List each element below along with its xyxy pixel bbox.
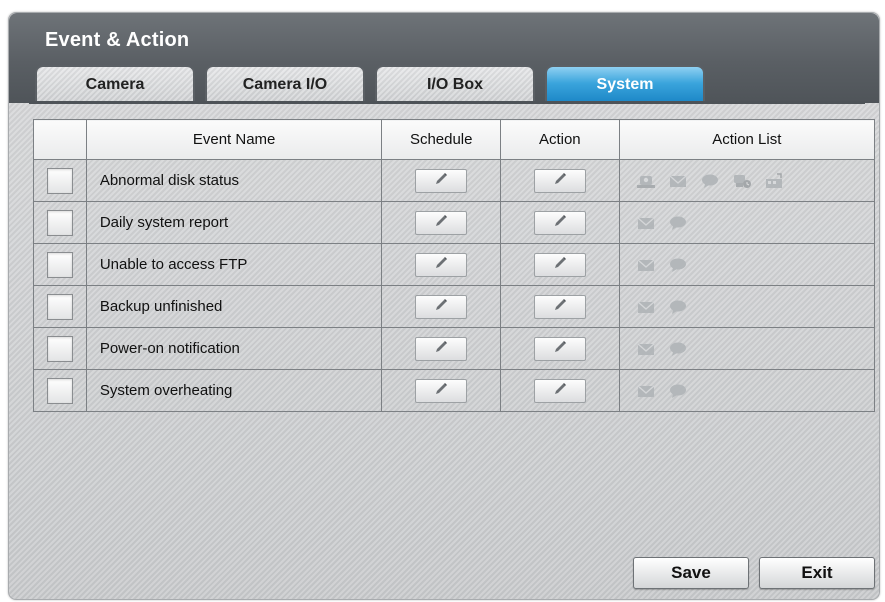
tab-io-box[interactable]: I/O Box <box>375 65 535 103</box>
row-checkbox[interactable] <box>46 251 73 278</box>
message-icon <box>668 215 688 231</box>
exit-button[interactable]: Exit <box>759 557 875 589</box>
table-row[interactable]: Abnormal disk status <box>33 159 876 202</box>
select-cell <box>33 243 87 286</box>
event-name: System overheating <box>85 369 383 412</box>
action-cell <box>500 327 620 370</box>
event-name: Daily system report <box>85 201 383 244</box>
event-table: Event Name Schedule Action Action List A… <box>33 119 876 412</box>
edit-schedule-button[interactable] <box>415 294 468 319</box>
edit-schedule-button[interactable] <box>415 378 468 403</box>
header-schedule: Schedule <box>381 119 502 160</box>
message-icon <box>700 173 720 189</box>
row-checkbox[interactable] <box>46 377 73 404</box>
select-cell <box>33 369 87 412</box>
tab-camera-io[interactable]: Camera I/O <box>205 65 365 103</box>
tab-system[interactable]: System <box>545 65 705 103</box>
edit-action-button[interactable] <box>533 252 586 277</box>
event-action-window: Event & Action Camera Camera I/O I/O Box… <box>8 12 880 600</box>
row-checkbox[interactable] <box>46 209 73 236</box>
pencil-icon <box>433 255 449 275</box>
edit-action-button[interactable] <box>533 294 586 319</box>
table-row[interactable]: Backup unfinished <box>33 285 876 328</box>
schedule-cell <box>381 201 502 244</box>
email-icon <box>636 383 656 399</box>
email-icon <box>636 257 656 273</box>
tab-camera[interactable]: Camera <box>35 65 195 103</box>
header-action: Action <box>500 119 620 160</box>
email-icon <box>636 341 656 357</box>
pencil-icon <box>433 339 449 359</box>
action-cell <box>500 369 620 412</box>
window-title: Event & Action <box>45 29 190 51</box>
action-cell <box>500 159 620 202</box>
pencil-icon <box>552 339 568 359</box>
action-list-cell <box>618 285 876 328</box>
select-cell <box>33 159 87 202</box>
pencil-icon <box>433 297 449 317</box>
row-checkbox[interactable] <box>46 167 73 194</box>
email-icon <box>636 299 656 315</box>
schedule-cell <box>381 285 502 328</box>
pencil-icon <box>552 213 568 233</box>
action-list-cell <box>618 327 876 370</box>
edit-action-button[interactable] <box>533 336 586 361</box>
edit-schedule-button[interactable] <box>415 210 468 235</box>
email-icon <box>668 173 688 189</box>
io-output-icon <box>764 172 784 189</box>
event-name: Power-on notification <box>85 327 383 370</box>
pencil-icon <box>552 381 568 401</box>
event-name: Unable to access FTP <box>85 243 383 286</box>
action-cell <box>500 285 620 328</box>
action-cell <box>500 243 620 286</box>
edit-schedule-button[interactable] <box>415 168 468 193</box>
action-list-cell <box>618 159 876 202</box>
message-icon <box>668 299 688 315</box>
action-list-cell <box>618 201 876 244</box>
message-icon <box>668 341 688 357</box>
row-checkbox[interactable] <box>46 293 73 320</box>
edit-action-button[interactable] <box>533 168 586 193</box>
message-icon <box>668 257 688 273</box>
table-row[interactable]: System overheating <box>33 369 876 412</box>
edit-schedule-button[interactable] <box>415 336 468 361</box>
pencil-icon <box>433 381 449 401</box>
table-row[interactable]: Power-on notification <box>33 327 876 370</box>
row-checkbox[interactable] <box>46 335 73 362</box>
pencil-icon <box>552 171 568 191</box>
title-bar: Event & Action Camera Camera I/O I/O Box… <box>9 13 879 103</box>
pencil-icon <box>552 297 568 317</box>
action-list-cell <box>618 369 876 412</box>
schedule-cell <box>381 243 502 286</box>
header-select <box>33 119 87 160</box>
table-row[interactable]: Daily system report <box>33 201 876 244</box>
edit-action-button[interactable] <box>533 378 586 403</box>
select-cell <box>33 327 87 370</box>
message-icon <box>668 383 688 399</box>
action-list-cell <box>618 243 876 286</box>
pencil-icon <box>433 171 449 191</box>
event-name: Backup unfinished <box>85 285 383 328</box>
header-event-name: Event Name <box>85 119 383 160</box>
record-camera-icon <box>732 173 752 189</box>
edit-schedule-button[interactable] <box>415 252 468 277</box>
table-row[interactable]: Unable to access FTP <box>33 243 876 286</box>
pencil-icon <box>552 255 568 275</box>
schedule-cell <box>381 327 502 370</box>
alarm-light-icon <box>636 173 656 189</box>
tab-underline <box>29 101 865 104</box>
action-cell <box>500 201 620 244</box>
table-header-row: Event Name Schedule Action Action List <box>33 119 876 160</box>
edit-action-button[interactable] <box>533 210 586 235</box>
header-action-list: Action List <box>618 119 876 160</box>
schedule-cell <box>381 369 502 412</box>
save-button[interactable]: Save <box>633 557 749 589</box>
select-cell <box>33 285 87 328</box>
event-name: Abnormal disk status <box>85 159 383 202</box>
schedule-cell <box>381 159 502 202</box>
pencil-icon <box>433 213 449 233</box>
email-icon <box>636 215 656 231</box>
select-cell <box>33 201 87 244</box>
